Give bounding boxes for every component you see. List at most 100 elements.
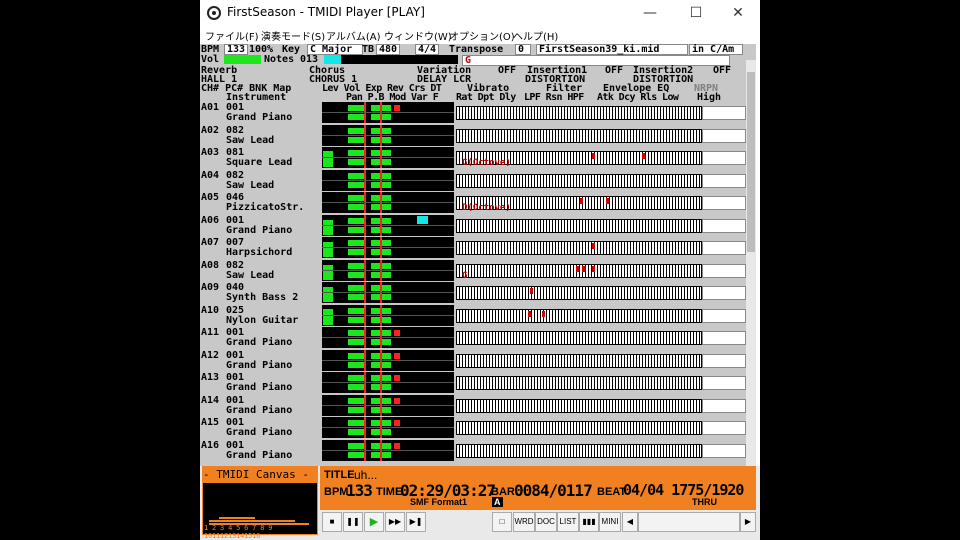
instrument-name: Synth Bass 2 [226,292,299,303]
instrument-name: Grand Piano [226,112,293,123]
seek-left-button[interactable]: ◀ [622,512,638,532]
mini-button[interactable]: MINI [599,512,621,532]
stop-button[interactable]: ■ [322,512,342,532]
channel-row[interactable]: A01 001 Grand Piano [200,102,746,124]
panel-bpm-label: BPM [324,486,349,498]
close-button[interactable]: ✕ [718,0,758,26]
channel-row[interactable]: A13 001 Grand Piano [200,372,746,394]
channel-meters [322,147,454,168]
keyboard [456,308,702,323]
channel-meters [322,282,454,303]
nrpn-cell [702,218,746,233]
channel-id: A04 [201,169,220,181]
program-number: 025 [226,304,245,316]
keyboard [456,218,702,233]
menu-file[interactable]: ファイル(F) [205,28,259,43]
seek-right-button[interactable]: ▶ [740,512,756,532]
wrd-button[interactable]: WRD [513,512,535,532]
channel-row[interactable]: A06 001 Grand Piano [200,214,746,237]
volume-meter-low [348,204,364,210]
instrument-name: Grand Piano [226,404,293,416]
scrollbar-thumb[interactable] [747,72,755,252]
fast-forward-button[interactable]: ▶▶ [385,512,405,532]
channel-row[interactable]: A14 001 Grand Piano [200,394,746,417]
nrpn-cell [702,353,746,368]
channel-row[interactable]: A07 007 Harpsichord [200,237,746,259]
menu-album[interactable]: アルバム(A) [326,28,381,43]
meter-divider [322,179,454,181]
title-bar: FirstSeason - TMIDI Player [PLAY] — ☐ ✕ [200,0,760,26]
list-button[interactable]: LIST [557,512,579,532]
nrpn-cell [702,106,746,120]
channel-row[interactable]: A05 046 PizzicatoStr. D(Octove) [200,192,746,214]
menu-options[interactable]: オプション(O) [449,28,515,43]
volume-meter-low [348,136,364,143]
channel-row[interactable]: A15 001 Grand Piano [200,417,746,439]
menu-play-mode[interactable]: 演奏モード(S) [261,28,325,43]
volume-meter [348,420,364,426]
vertical-scrollbar[interactable] [746,60,756,466]
vol-label: Vol [201,54,220,65]
seek-track[interactable] [638,512,740,532]
meter-divider [322,314,454,316]
meter-divider [322,292,454,293]
reverb-meter [394,375,400,381]
meter-divider [322,157,454,158]
channel-meters [322,169,454,191]
channel-id: A12 [201,349,220,361]
canvas-bar-mid [209,520,295,522]
active-key [606,198,609,204]
keyboard [456,353,702,368]
channel-row[interactable]: A12 001 Grand Piano [200,349,746,372]
nrpn-cell [702,331,746,345]
nrpn-cell [702,308,746,323]
volume-meter [348,195,364,201]
channel-row[interactable]: A02 082 Saw Lead [200,124,746,147]
active-key [580,198,583,204]
bottom-panel: - TMIDI Canvas - 1 2 3 4 5 6 7 8 9 10111… [200,466,760,540]
channel-row[interactable]: A16 001 Grand Piano [200,439,746,462]
program-number: 082 [226,124,245,136]
menu-help[interactable]: ヘルプ(H) [513,28,558,43]
channel-id: A15 [201,417,220,428]
keyboard [456,331,702,345]
variation-state: OFF [498,65,517,76]
app-icon [207,6,221,20]
reverb-meter [394,105,400,111]
nrpn-cell [702,173,746,188]
maximize-button[interactable]: ☐ [676,0,716,26]
note-label: G [462,270,468,281]
program-number: 082 [226,169,245,181]
meter-divider [322,112,454,113]
channel-row[interactable]: A08 082 Saw Lead G [200,259,746,282]
channel-row[interactable]: A04 082 Saw Lead [200,169,746,192]
nrpn-cell [702,241,746,255]
window-mode-button[interactable]: □ [492,512,512,532]
master-volume-bar [224,55,261,64]
instrument-name: Saw Lead [226,269,275,281]
instrument-name: PizzicatoStr. [226,202,305,213]
level-view-button[interactable]: ▮▮▮ [579,512,599,532]
active-key [642,153,645,159]
instrument-name: Nylon Guitar [226,314,299,326]
minimize-button[interactable]: — [630,0,670,26]
instrument-name: Grand Piano [226,382,293,393]
play-button[interactable]: ▶ [364,512,384,532]
menu-window[interactable]: ウィンドウ(W) [384,28,452,43]
channel-row[interactable]: A09 040 Synth Bass 2 [200,282,746,304]
channel-meters [322,192,454,213]
doc-button[interactable]: DOC [535,512,557,532]
thru-indicator: THRU [692,497,717,507]
meter-divider [322,247,454,248]
level-meter [323,219,333,235]
channel-row[interactable]: A03 081 Square Lead G(Octove) [200,147,746,169]
channel-row[interactable]: A11 001 Grand Piano [200,327,746,349]
pause-button[interactable]: ❚❚ [343,512,363,532]
level-meter [323,308,333,325]
next-track-button[interactable]: ▶❚ [406,512,426,532]
nrpn-cell [702,128,746,143]
volume-meter [348,127,364,134]
channel-row[interactable]: A10 025 Nylon Guitar [200,304,746,327]
volume-meter-low [348,159,364,165]
bpm-value: 133 [224,44,249,55]
